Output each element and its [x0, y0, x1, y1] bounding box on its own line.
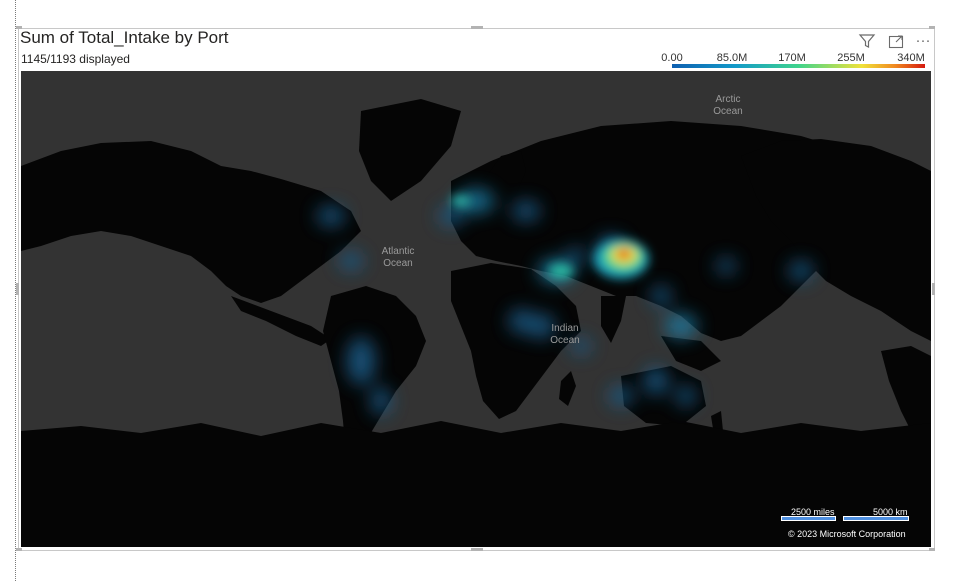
legend-label-0: 0.00: [661, 52, 683, 64]
map-copyright: © 2023 Microsoft Corporation: [788, 529, 906, 539]
resize-handle-bottom[interactable]: [471, 548, 483, 551]
legend-label-4: 340M: [897, 52, 925, 64]
filter-icon[interactable]: [858, 32, 876, 50]
legend-label-3: 255M: [837, 52, 865, 64]
focus-mode-icon[interactable]: [887, 32, 905, 50]
resize-handle-right[interactable]: [932, 283, 935, 295]
displayed-count: 1145/1193 displayed: [21, 52, 130, 66]
resize-handle-top[interactable]: [471, 26, 483, 29]
legend-label-2: 170M: [778, 52, 806, 64]
arctic-ocean-label: Arctic Ocean: [713, 94, 743, 117]
scale-bar-miles: [781, 516, 836, 521]
heatmap-map-canvas[interactable]: [21, 71, 931, 547]
atlantic-ocean-label: Atlantic Ocean: [381, 246, 415, 269]
legend-label-1: 85.0M: [716, 52, 748, 64]
more-options-icon[interactable]: ···: [914, 32, 932, 50]
resize-handle-bottom-right[interactable]: [929, 548, 935, 551]
resize-handle-left[interactable]: [16, 283, 19, 295]
visual-title: Sum of Total_Intake by Port: [20, 28, 229, 47]
legend-color-gradient: [672, 64, 925, 68]
scale-bar-km: [843, 516, 909, 521]
indian-ocean-label: Indian Ocean: [550, 323, 580, 346]
resize-handle-bottom-left[interactable]: [16, 548, 22, 551]
resize-handle-top-right[interactable]: [929, 26, 935, 29]
